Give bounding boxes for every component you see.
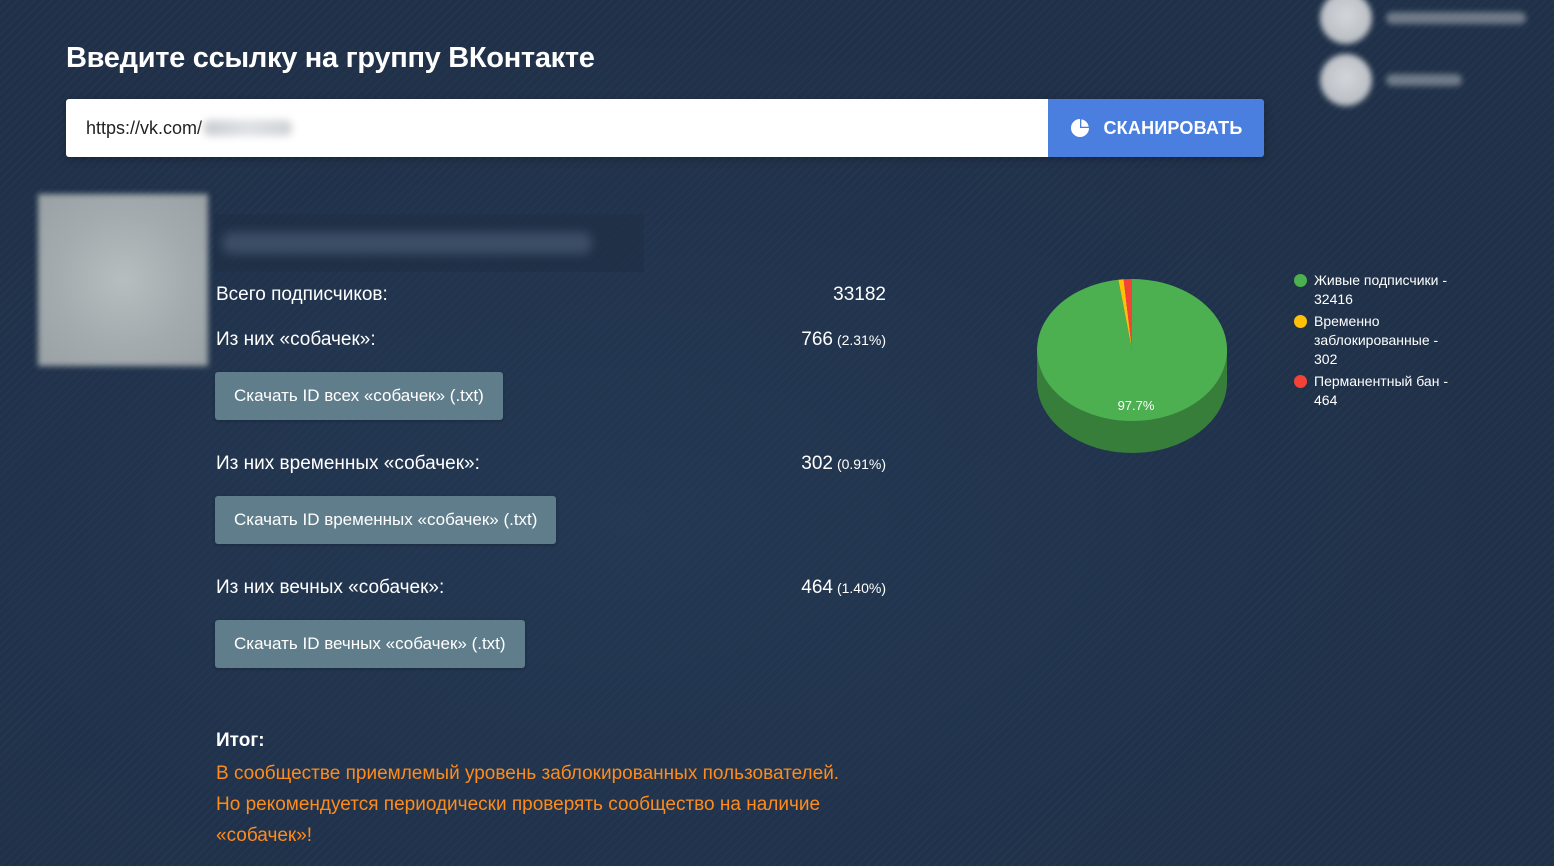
stat-dogs-value-wrap: 766 (2.31%): [801, 329, 886, 351]
download-temp-dogs-button[interactable]: Скачать ID временных «собачек» (.txt): [215, 496, 557, 544]
url-form: https://vk.com/ СКАНИРОВАТЬ: [66, 99, 1264, 157]
pie-chart-icon: [1071, 118, 1090, 137]
legend-label-live: Живые подписчики - 32416: [1314, 272, 1448, 307]
group-avatar: [38, 194, 208, 366]
legend-item-temp[interactable]: Временно заблокированные - 302: [1293, 312, 1463, 369]
side-balance-widget[interactable]: [1320, 54, 1462, 106]
download-perm-dogs-button[interactable]: Скачать ID вечных «собачек» (.txt): [215, 620, 525, 668]
stat-total-label: Всего подписчиков:: [216, 284, 388, 305]
balance-value-blurred: [1386, 74, 1462, 86]
legend-label-perm: Перманентный бан - 464: [1314, 373, 1448, 408]
balance-avatar: [1320, 54, 1372, 106]
stat-temp-value: 302: [801, 453, 833, 474]
side-profile-widget[interactable]: [1320, 0, 1526, 44]
chart-legend: Живые подписчики - 32416 Временно заблок…: [1293, 271, 1463, 413]
legend-label-temp: Временно заблокированные - 302: [1314, 313, 1439, 367]
scan-button-label: СКАНИРОВАТЬ: [1103, 117, 1243, 138]
legend-item-perm[interactable]: Перманентный бан - 464: [1293, 372, 1463, 410]
stat-perm-value: 464: [801, 577, 833, 598]
stat-total: Всего подписчиков: 33182: [216, 284, 886, 306]
stat-temp-percent: (0.91%): [836, 456, 886, 472]
group-name-blurred: [222, 232, 592, 254]
scan-button[interactable]: СКАНИРОВАТЬ: [1048, 99, 1264, 157]
result-title: Итог:: [216, 730, 265, 751]
url-group-blurred: [204, 120, 293, 136]
result-line-1: В сообществе приемлемый уровень заблокир…: [216, 763, 840, 784]
stat-temp: Из них временных «собачек»: 302 (0.91%): [216, 453, 886, 475]
result-line-2: Но рекомендуется периодически проверять …: [216, 794, 821, 815]
result-text: В сообществе приемлемый уровень заблокир…: [216, 758, 906, 851]
stat-temp-label: Из них временных «собачек»:: [216, 453, 480, 474]
url-input[interactable]: https://vk.com/: [66, 99, 1048, 157]
stat-dogs-value: 766: [801, 329, 833, 350]
stat-dogs-percent: (2.31%): [836, 332, 886, 348]
legend-item-live[interactable]: Живые подписчики - 32416: [1293, 271, 1463, 309]
page-title: Введите ссылку на группу ВКонтакте: [66, 42, 595, 74]
profile-name-blurred: [1386, 12, 1526, 24]
download-all-dogs-button[interactable]: Скачать ID всех «собачек» (.txt): [215, 372, 503, 420]
legend-dot-temp: [1294, 315, 1307, 328]
stat-perm-value-wrap: 464 (1.40%): [801, 577, 886, 599]
pie-data-label: 97.7%: [1118, 398, 1155, 413]
stat-total-value: 33182: [833, 284, 886, 305]
stat-perm: Из них вечных «собачек»: 464 (1.40%): [216, 577, 886, 599]
profile-avatar: [1320, 0, 1372, 44]
stat-perm-label: Из них вечных «собачек»:: [216, 577, 445, 598]
result-line-3: «собачек»!: [216, 825, 313, 846]
stat-temp-value-wrap: 302 (0.91%): [801, 453, 886, 475]
stat-dogs-label: Из них «собачек»:: [216, 329, 376, 350]
stat-perm-percent: (1.40%): [836, 580, 886, 596]
pie-chart: 97.7%: [1037, 278, 1228, 453]
stat-dogs: Из них «собачек»: 766 (2.31%): [216, 329, 886, 351]
group-name: [214, 214, 644, 272]
legend-dot-live: [1294, 274, 1307, 287]
legend-dot-perm: [1294, 375, 1307, 388]
url-input-value: https://vk.com/: [86, 117, 203, 138]
